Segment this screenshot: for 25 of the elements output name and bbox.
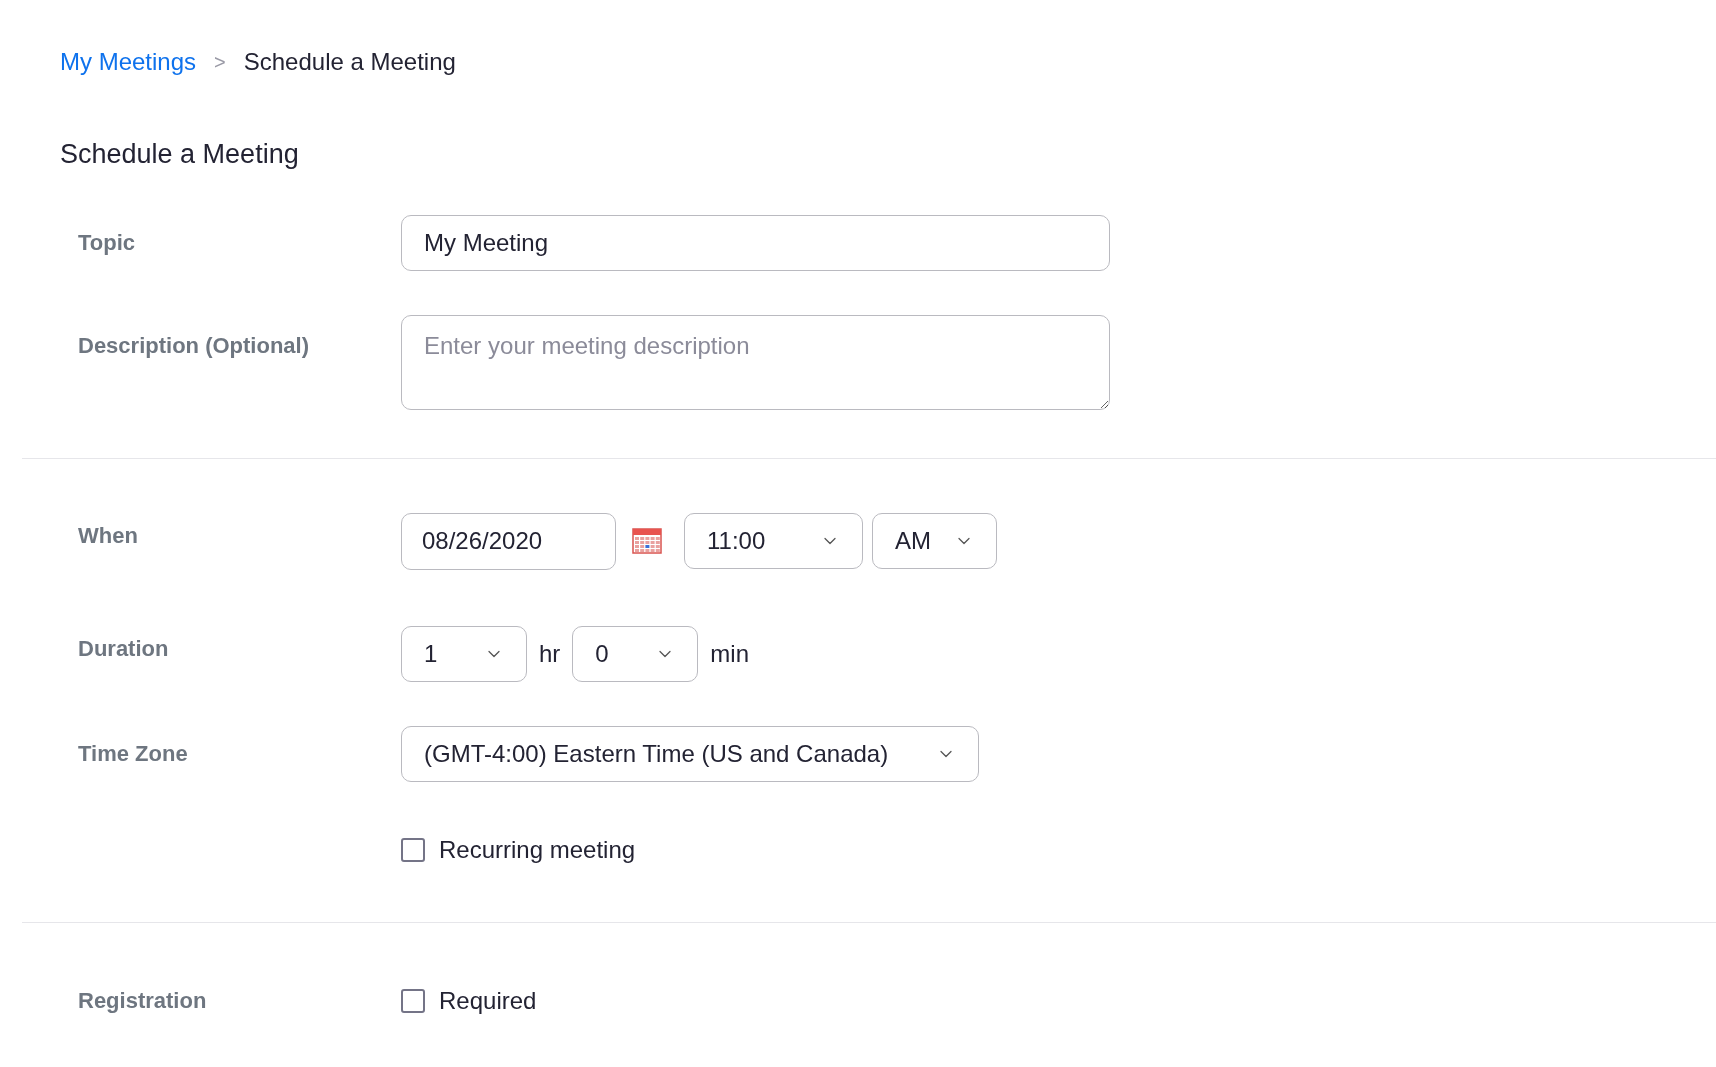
topic-input[interactable]: My Meeting	[401, 214, 1110, 271]
field-label: Description (Optional)	[77, 331, 310, 360]
checkbox-option[interactable]: Recurring meeting	[401, 831, 636, 868]
field-label: When	[77, 521, 139, 550]
ampm-select[interactable]: AM	[872, 513, 997, 569]
description-input[interactable]: Enter your meeting description	[401, 314, 1110, 410]
page-title: Schedule a Meeting	[59, 138, 300, 171]
unit-label: min	[710, 638, 749, 669]
timezone-select[interactable]: (GMT-4:00) Eastern Time (US and Canada)	[401, 725, 979, 782]
checkbox[interactable]	[401, 837, 425, 862]
checkbox[interactable]	[401, 988, 425, 1013]
minutes-select[interactable]: 0	[572, 625, 699, 682]
field-label: Registration	[77, 987, 208, 1015]
field-label: Time Zone	[77, 740, 189, 768]
field-label: Topic	[77, 229, 137, 257]
checkbox-option[interactable]: Required	[401, 982, 537, 1019]
breadcrumb-current: Schedule a Meeting	[243, 47, 456, 77]
time-select[interactable]: 11:00	[684, 513, 863, 569]
unit-label: hr	[539, 638, 561, 669]
field-label: Duration	[77, 634, 170, 663]
breadcrumb-separator: >	[214, 50, 226, 75]
date-input[interactable]: 08/26/2020	[401, 512, 616, 570]
calendar-icon[interactable]	[632, 528, 662, 554]
breadcrumb-link[interactable]: My Meetings	[60, 44, 197, 80]
hours-select[interactable]: 1	[401, 625, 527, 682]
